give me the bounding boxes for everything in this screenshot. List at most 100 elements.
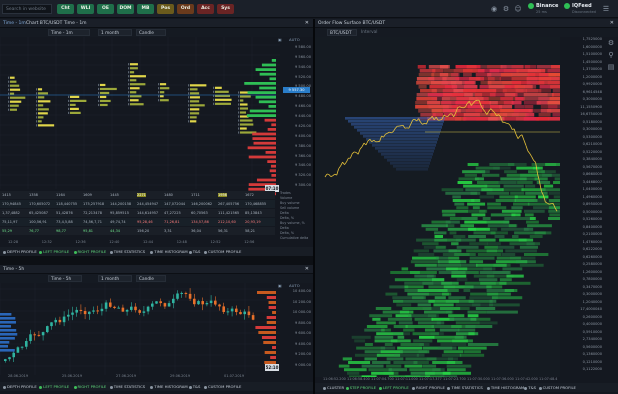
cluster-bar (38, 96, 45, 99)
candle-body (167, 303, 171, 307)
profile-tab-t-s[interactable]: T&S (524, 385, 536, 390)
panel-divider[interactable] (313, 19, 315, 394)
chart-type-select[interactable]: Candle (136, 275, 166, 282)
bid-liquidity-cell (519, 263, 544, 267)
price-axis[interactable]: 9 580.00 9 560.00 9 540.00 9 520.00 9 500.00… (280, 45, 313, 195)
module-button-mb[interactable]: MB (137, 4, 154, 14)
module-button-acc[interactable]: Acc (197, 4, 214, 14)
bid-liquidity-cell (372, 317, 381, 321)
gear-icon[interactable]: ⚙ (502, 5, 510, 13)
cluster-bar (38, 124, 55, 127)
bid-liquidity-cell (354, 353, 380, 357)
close-icon[interactable]: ✕ (610, 20, 614, 26)
time-tick: 12:40 (109, 240, 120, 244)
bid-liquidity-cell (404, 364, 423, 368)
cluster-tick (8, 96, 10, 99)
order-flow-heatmap[interactable] (315, 37, 560, 377)
feed-name[interactable]: IQFeed (572, 3, 592, 9)
lock-icon[interactable]: ◉ (490, 5, 498, 13)
tab-bullet-icon (39, 250, 43, 254)
profile-tab-time-histogram[interactable]: TIME HISTOGRAM (486, 385, 524, 390)
user-icon[interactable]: ☺ (514, 5, 522, 13)
profile-tab-custom-profile[interactable]: CUSTOM PROFILE (204, 384, 241, 389)
profile-tab-depth-profile[interactable]: DEPTH PROFILE (3, 249, 37, 254)
module-button-cht[interactable]: Cht (57, 4, 74, 14)
profile-tab-cluster[interactable]: CLUSTER (323, 385, 344, 390)
bid-liquidity-cell (481, 173, 500, 177)
profile-tab-right-profile[interactable]: RIGHT PROFILE (412, 385, 445, 390)
profile-tab-right-profile[interactable]: RIGHT PROFILE (73, 384, 106, 389)
candle-body (37, 334, 41, 336)
price-tick: 0,9920000 (582, 82, 602, 87)
connection-name[interactable]: Binance (536, 3, 558, 9)
profile-tab-time-statistics[interactable]: TIME STATISTICS (109, 249, 145, 254)
close-icon[interactable]: ✕ (305, 20, 309, 26)
interval-label[interactable]: Interval (361, 30, 377, 35)
time-tick: 12:28 (8, 240, 19, 244)
cluster-bar (190, 100, 200, 103)
module-button-sys[interactable]: Sys (217, 4, 234, 14)
panel-tab-left[interactable]: Time - 1m (3, 21, 26, 26)
profile-tab-time-statistics[interactable]: TIME STATISTICS (109, 384, 145, 389)
ask-liquidity-cell (418, 85, 427, 89)
settings-icon[interactable]: ⚙ (607, 39, 615, 47)
module-button-pos[interactable]: Pos (157, 4, 174, 14)
timeframe-select[interactable]: Time - 1m (48, 29, 90, 36)
volume-profile-bar (263, 341, 276, 344)
volume-profile-bar (255, 95, 276, 99)
price-axis[interactable]: 1,7525000 1,6000000 1,5100000 1,4500000 1,37… (560, 37, 604, 377)
layers-icon[interactable]: ▤ (607, 63, 615, 71)
period-select[interactable]: 1 month (98, 275, 132, 282)
profile-tab-t-s[interactable]: T&S (188, 249, 200, 254)
candle-body (188, 293, 192, 299)
profile-tab-left-profile[interactable]: LEFT PROFILE (378, 385, 409, 390)
profile-tab-left-profile[interactable]: LEFT PROFILE (39, 249, 69, 254)
zoom-icon[interactable]: ⚲ (607, 51, 615, 59)
profile-tab-custom-profile[interactable]: CUSTOM PROFILE (538, 385, 576, 390)
bid-liquidity-cell (405, 325, 435, 328)
module-button-ord[interactable]: Ord (177, 4, 194, 14)
symbol-select[interactable]: BTC/USDT (327, 29, 357, 36)
price-axis[interactable]: 10 400.00 10 200.00 10 000.00 9 800.00 9 600… (280, 289, 313, 373)
profile-tab-time-statistics[interactable]: TIME STATISTICS (447, 385, 483, 390)
price-tick: 0,1360000 (582, 352, 602, 357)
profile-tab-time-histogram[interactable]: TIME HISTOGRAM (150, 249, 188, 254)
price-tick: 16,6750000 (580, 112, 602, 117)
profile-tab-t-s[interactable]: T&S (188, 384, 200, 389)
bid-liquidity-cell (451, 271, 479, 274)
cluster-chart-top[interactable] (0, 37, 313, 207)
time-tick: 11:07:04.700 (371, 377, 394, 381)
close-icon[interactable]: ✕ (305, 266, 309, 272)
menu-icon[interactable]: ☰ (602, 5, 610, 13)
profile-tab-depth-profile[interactable]: DEPTH PROFILE (3, 384, 37, 389)
profile-tab-left-profile[interactable]: LEFT PROFILE (39, 384, 69, 389)
volume-profile-bar (259, 72, 276, 76)
bid-liquidity-cell (366, 325, 388, 328)
stat-cell: 85,13843 (245, 211, 262, 215)
module-button-oe[interactable]: OE (97, 4, 114, 14)
profile-tab-step-profile[interactable]: STEP PROFILE (345, 385, 376, 390)
chart-type-select[interactable]: Candle (136, 29, 166, 36)
bid-liquidity-cell (486, 242, 501, 246)
module-button-wli[interactable]: WLI (77, 4, 94, 14)
tab-bullet-icon (447, 386, 451, 390)
ask-liquidity-cell (432, 69, 444, 73)
period-select[interactable]: 1 month (98, 29, 132, 36)
search-input[interactable]: Search in website (2, 4, 52, 14)
volume-profile-bar (257, 291, 276, 294)
profile-tab-custom-profile[interactable]: CUSTOM PROFILE (204, 249, 241, 254)
profile-tab-right-profile[interactable]: RIGHT PROFILE (73, 249, 106, 254)
panel-divider[interactable] (0, 256, 313, 265)
bid-depth-cell (348, 120, 444, 123)
module-button-dom[interactable]: DOM (117, 4, 134, 14)
stat-cell: 3,31 (164, 229, 172, 233)
profile-tab-time-histogram[interactable]: TIME HISTOGRAM (150, 384, 188, 389)
time-tick: 11:07:42.000 (515, 377, 538, 381)
ask-liquidity-cell (538, 113, 551, 117)
bid-liquidity-cell (419, 335, 435, 339)
candle-chart-bottom[interactable] (0, 283, 313, 377)
bid-liquidity-cell (521, 188, 546, 192)
candle-body (83, 310, 87, 315)
timeframe-select[interactable]: Time - 5h (48, 275, 82, 282)
volume-profile-bar (265, 151, 276, 154)
